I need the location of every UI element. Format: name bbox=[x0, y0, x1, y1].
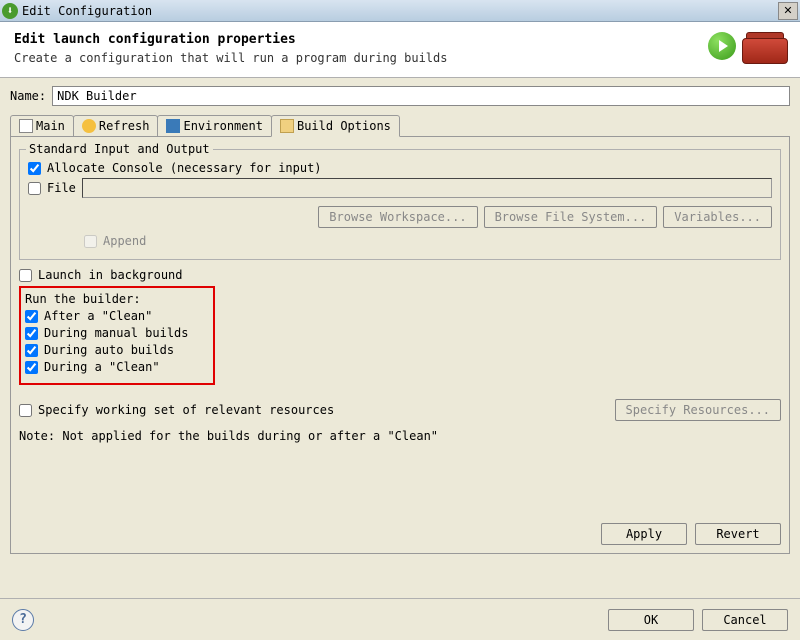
environment-tab-icon bbox=[166, 119, 180, 133]
window-title: Edit Configuration bbox=[22, 4, 778, 18]
launch-background-label: Launch in background bbox=[38, 268, 183, 282]
during-auto-label: During auto builds bbox=[44, 343, 174, 357]
main-content: Name: Main Refresh Environment Build Opt… bbox=[0, 78, 800, 562]
name-input[interactable] bbox=[52, 86, 790, 106]
file-label: File bbox=[47, 181, 76, 195]
title-bar: ⬇ Edit Configuration ✕ bbox=[0, 0, 800, 22]
header-title: Edit launch configuration properties bbox=[14, 32, 447, 47]
allocate-console-label: Allocate Console (necessary for input) bbox=[47, 161, 322, 175]
specify-resources-button[interactable]: Specify Resources... bbox=[615, 399, 782, 421]
build-options-tab-icon bbox=[280, 119, 294, 133]
name-label: Name: bbox=[10, 89, 46, 103]
during-auto-checkbox[interactable] bbox=[25, 344, 38, 357]
revert-button[interactable]: Revert bbox=[695, 523, 781, 545]
dialog-header: Edit launch configuration properties Cre… bbox=[0, 22, 800, 78]
append-checkbox bbox=[84, 235, 97, 248]
during-clean-checkbox[interactable] bbox=[25, 361, 38, 374]
specify-working-set-checkbox[interactable] bbox=[19, 404, 32, 417]
stdio-legend: Standard Input and Output bbox=[26, 142, 213, 156]
browse-workspace-button[interactable]: Browse Workspace... bbox=[318, 206, 477, 228]
tab-bar: Main Refresh Environment Build Options bbox=[10, 115, 790, 137]
toolbox-icon bbox=[742, 28, 788, 64]
stdio-group: Standard Input and Output Allocate Conso… bbox=[19, 149, 781, 260]
close-button[interactable]: ✕ bbox=[778, 2, 798, 20]
note-text: Note: Not applied for the builds during … bbox=[19, 429, 781, 443]
allocate-console-checkbox[interactable] bbox=[28, 162, 41, 175]
tab-environment[interactable]: Environment bbox=[157, 115, 271, 136]
cancel-button[interactable]: Cancel bbox=[702, 609, 788, 631]
browse-filesystem-button[interactable]: Browse File System... bbox=[484, 206, 658, 228]
run-builder-highlight: Run the builder: After a "Clean" During … bbox=[19, 286, 215, 385]
header-subtitle: Create a configuration that will run a p… bbox=[14, 51, 447, 65]
ok-button[interactable]: OK bbox=[608, 609, 694, 631]
tab-build-options[interactable]: Build Options bbox=[271, 115, 400, 137]
app-icon: ⬇ bbox=[2, 3, 18, 19]
tab-main[interactable]: Main bbox=[10, 115, 74, 136]
variables-button[interactable]: Variables... bbox=[663, 206, 772, 228]
refresh-tab-icon bbox=[82, 119, 96, 133]
help-icon[interactable]: ? bbox=[12, 609, 34, 631]
after-clean-label: After a "Clean" bbox=[44, 309, 152, 323]
during-manual-checkbox[interactable] bbox=[25, 327, 38, 340]
specify-working-set-label: Specify working set of relevant resource… bbox=[38, 403, 334, 417]
during-manual-label: During manual builds bbox=[44, 326, 189, 340]
file-checkbox[interactable] bbox=[28, 182, 41, 195]
after-clean-checkbox[interactable] bbox=[25, 310, 38, 323]
during-clean-label: During a "Clean" bbox=[44, 360, 160, 374]
append-label: Append bbox=[103, 234, 146, 248]
launch-background-checkbox[interactable] bbox=[19, 269, 32, 282]
dialog-footer: ? OK Cancel bbox=[0, 598, 800, 640]
apply-button[interactable]: Apply bbox=[601, 523, 687, 545]
tab-refresh[interactable]: Refresh bbox=[73, 115, 159, 136]
build-options-panel: Standard Input and Output Allocate Conso… bbox=[10, 136, 790, 554]
main-tab-icon bbox=[19, 119, 33, 133]
file-path-input bbox=[82, 178, 772, 198]
run-builder-legend: Run the builder: bbox=[25, 292, 205, 306]
run-icon bbox=[708, 32, 736, 60]
